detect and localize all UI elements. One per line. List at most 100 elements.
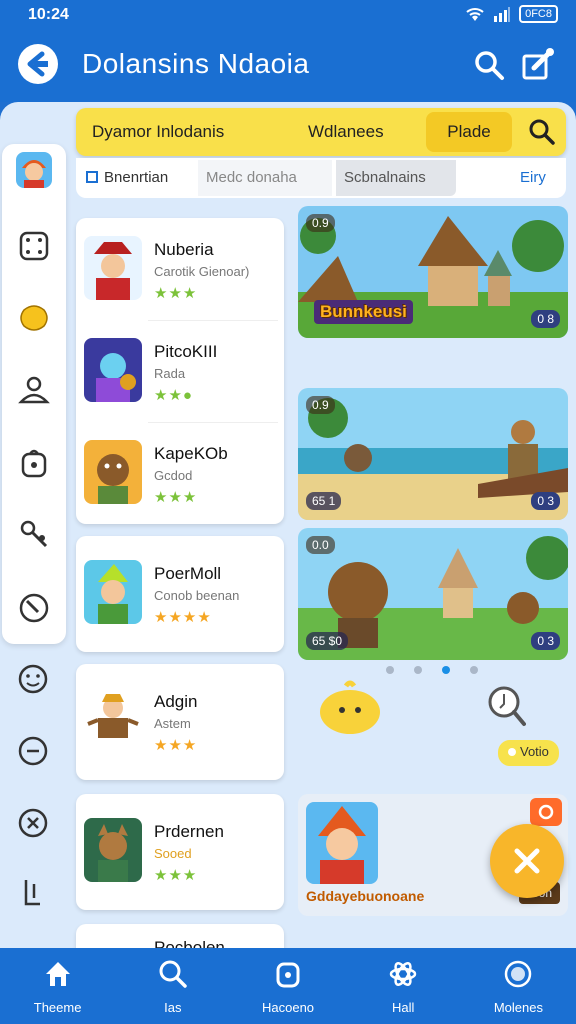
bag-icon [21,449,47,478]
user-icon [18,376,50,404]
nav-item-search[interactable]: Ias [115,948,230,1024]
game-subtitle: Rada [154,366,186,381]
signal-icon [24,880,40,906]
tab-4[interactable]: Eiry [520,160,546,196]
game-card[interactable]: PoerMoll Conob beenan ★★★★ [76,536,284,652]
header-search-button[interactable] [472,48,506,82]
game-name: PoerMoll [154,564,222,583]
game-subtitle: Carotik Gienoar) [154,264,250,279]
carousel-dot-active[interactable] [442,666,450,674]
featured-banner[interactable]: 0.9 Bunnkeusi 0 8 [298,206,568,338]
game-subtitle: Sooed [154,846,192,861]
arrow-left-icon [27,51,48,77]
game-name: Prdernen [154,822,224,841]
banner-badge: 0 3 [531,632,560,650]
app-header: Dolansins Ndaoia [0,30,576,102]
compass-icon [19,593,49,623]
rail-avatar[interactable] [16,152,52,188]
carousel-dot[interactable] [470,666,478,674]
tab-2[interactable]: Medc donaha [198,160,332,196]
banner-title: Bunnkeusi [314,300,413,324]
banner-badge: 65 1 [306,492,342,510]
game-row[interactable]: KapeKOb Gcdod ★★★ [76,422,284,522]
main-content: Dyamor Inlodanis Wdlanees Plade Bnenrtia… [0,102,576,948]
filter-option-2[interactable]: Wdlanees [308,122,384,142]
game-card[interactable]: Prdernen Sooed ★★★ [76,794,284,910]
back-button[interactable] [18,44,58,84]
game-list-card: Nuberia Carotik Gienoar) ★★★ PitcoKIII R… [76,218,284,524]
game-subtitle: Astem [154,716,191,731]
filter-search-button[interactable] [526,116,558,148]
game-rating: ★★★ [154,489,198,506]
game-card[interactable]: Adgin Astem ★★★ [76,664,284,780]
game-rating: ★★★ [154,737,198,754]
nav-label: Molenes [493,1000,543,1015]
rail-bag[interactable] [16,444,52,480]
status-icons: 0FC8 [465,5,558,23]
chick-icon[interactable] [316,680,384,736]
featured-banner[interactable]: 0.9 65 1 0 3 [298,388,568,520]
app-title: Dolansins Ndaoia [82,48,310,79]
rail-compass[interactable] [16,590,52,626]
vote-chip[interactable]: Votio [498,740,559,766]
header-edit-button[interactable] [520,46,556,82]
magnifier-icon[interactable] [486,684,526,728]
game-thumbnail [84,440,142,504]
vote-label: Votio [520,744,549,759]
featured-banner[interactable]: 0.0 65 $0 0 3 [298,528,568,660]
nav-item-atom[interactable]: Hall [346,948,461,1024]
search-icon [159,960,187,988]
tab-label: Eiry [520,169,546,186]
rail-wrench[interactable] [16,516,52,552]
game-thumbnail [84,818,142,882]
rail-user[interactable] [16,372,52,408]
game-rating: ★★● [154,387,193,404]
game-name: Pocbolen [154,938,225,948]
rail-emoji[interactable] [0,654,66,704]
rail-puzzle[interactable] [16,300,52,336]
game-row: Adgin Astem ★★★ [76,670,284,770]
carousel-dot[interactable] [386,666,394,674]
promo-label: Gddayebuonoane [306,888,425,904]
home-icon [45,962,70,986]
avatar [16,152,52,188]
banner-badge: 0.0 [306,536,335,554]
category-tabs: Bnenrtian Medc donaha Scbnalnains Eiry [76,158,566,198]
close-fab[interactable] [490,824,564,898]
carousel-dot[interactable] [414,666,422,674]
small-orange-button[interactable] [530,798,562,826]
game-thumbnail [84,560,142,624]
filter-option-1[interactable]: Dyamor Inlodanis [92,122,224,142]
game-rating: ★★★★ [154,609,212,626]
game-row[interactable]: Nuberia Carotik Gienoar) ★★★ [76,218,284,318]
nav-item-lock[interactable]: Hacoeno [230,948,345,1024]
game-subtitle: Conob beenan [154,588,240,603]
nav-item-home[interactable]: Theeme [0,948,115,1024]
atom-icon [389,962,417,986]
tab-1[interactable]: Bnenrtian [86,160,196,196]
game-rating: ★★★ [154,867,198,884]
rail-tag[interactable] [0,798,66,848]
game-card[interactable]: Pocbolen [76,924,284,948]
nav-label: Theeme [33,1000,82,1015]
rail-signal[interactable] [0,868,66,918]
rail-chat[interactable] [0,726,66,776]
game-thumbnail [84,688,142,752]
nav-item-globe[interactable]: Molenes [461,948,576,1024]
emoji-icon [18,664,48,694]
close-icon [514,848,540,874]
game-row[interactable]: PitcoKIII Rada ★★● [76,320,284,420]
tab-3[interactable]: Scbnalnains [336,160,456,196]
game-name: KapeKOb [154,444,228,463]
battery-indicator: 0FC8 [519,5,558,23]
chat-icon [18,736,48,766]
game-row: Prdernen Sooed ★★★ [76,800,284,900]
edit-icon [522,48,554,80]
filter-option-3[interactable]: Plade [426,112,512,152]
wifi-icon [466,8,484,21]
banner-badge: 0.9 [306,396,335,414]
dice-icon [19,231,49,261]
rail-dice[interactable] [16,228,52,264]
tab-label: Medc donaha [206,169,297,186]
signal-icon [494,7,511,22]
